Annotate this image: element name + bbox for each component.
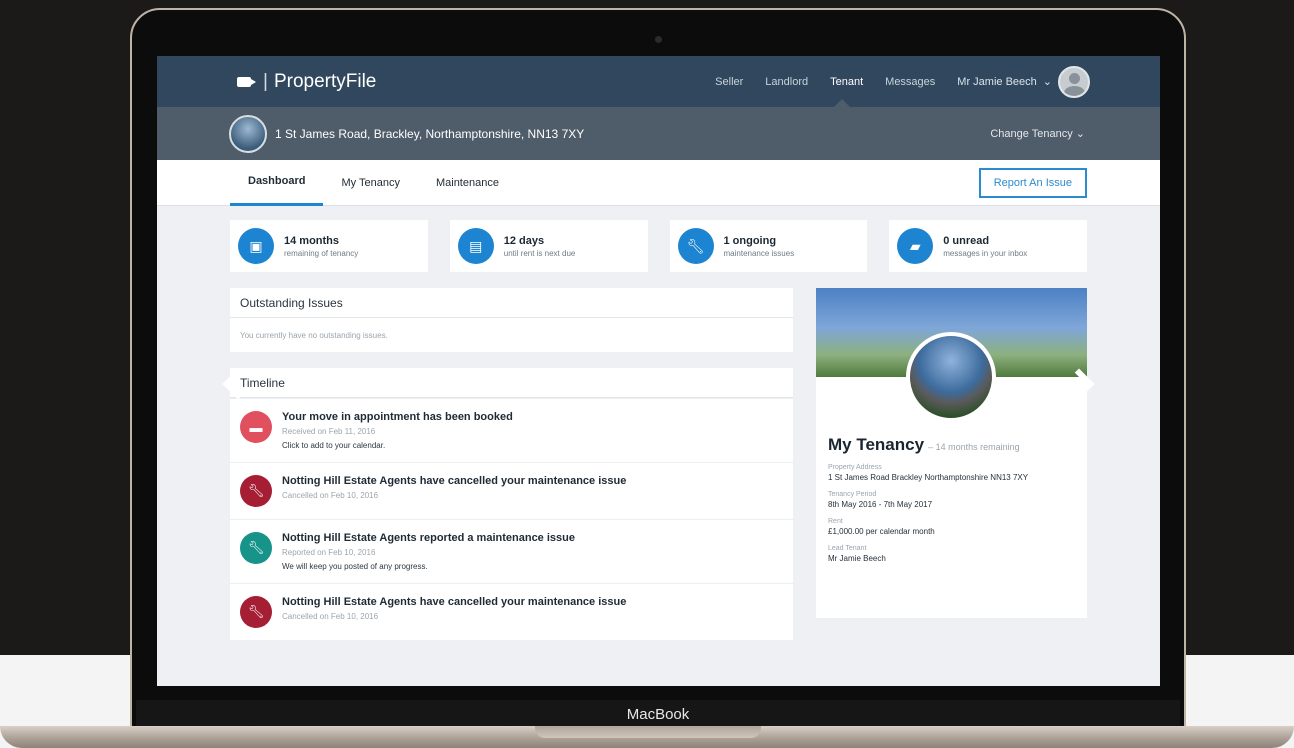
right-column: My Tenancy – 14 months remaining Property… — [816, 288, 1087, 640]
stat-maintenance: 🔧︎ 1 ongoing maintenance issues — [669, 220, 868, 272]
stats-row: ▣ 14 months remaining of tenancy ▤ 12 day… — [157, 206, 1160, 272]
tenancy-banner — [816, 288, 1087, 422]
tenancy-card-title: My Tenancy – 14 months remaining — [828, 435, 1020, 454]
logo[interactable]: | PropertyFile — [237, 71, 376, 93]
truck-icon: ▬ — [240, 411, 272, 443]
app-screen: | PropertyFile Seller Landlord Tenant Me… — [157, 56, 1160, 686]
change-tenancy-dropdown[interactable]: Change Tenancy ⌄ — [990, 127, 1085, 140]
wrench-icon: 🔧︎ — [240, 532, 272, 564]
nav-item-tenant[interactable]: Tenant — [830, 76, 863, 88]
field-tenancy-period: Tenancy Period 8th May 2016 - 7th May 201… — [828, 491, 933, 509]
wrench-icon: 🔧︎ — [240, 475, 272, 507]
left-column: Outstanding Issues You currently have no… — [230, 288, 793, 640]
laptop-notch — [535, 726, 761, 738]
timeline-item[interactable]: 🔧︎ Notting Hill Estate Agents reported a… — [230, 519, 793, 583]
user-name: Mr Jamie Beech — [957, 75, 1037, 88]
stat-rent-due: ▤ 12 days until rent is next due — [449, 220, 648, 272]
property-photo — [906, 332, 996, 422]
nav-item-landlord[interactable]: Landlord — [765, 76, 808, 88]
nav-item-messages[interactable]: Messages — [885, 76, 935, 88]
field-property-address: Property Address 1 St James Road Brackley… — [828, 464, 1029, 482]
tab-my-tenancy[interactable]: My Tenancy — [323, 160, 418, 206]
field-lead-tenant: Lead Tenant Mr Jamie Beech — [828, 545, 886, 563]
tenancy-card: My Tenancy – 14 months remaining Property… — [816, 288, 1087, 618]
timeline-item[interactable]: 🔧︎ Notting Hill Estate Agents have cance… — [230, 583, 793, 640]
sub-navigation: Dashboard My Tenancy Maintenance Report … — [157, 160, 1160, 206]
main-nav: Seller Landlord Tenant Messages Mr Jamie… — [715, 65, 1090, 98]
avatar — [1058, 65, 1090, 98]
timeline-heading: Timeline — [230, 368, 793, 398]
wrench-icon: 🔧︎ — [677, 228, 714, 264]
stat-tenancy-remaining: ▣ 14 months remaining of tenancy — [230, 220, 428, 272]
user-menu[interactable]: Mr Jamie Beech ⌄ — [957, 65, 1090, 98]
calendar-icon: ▣ — [238, 228, 274, 264]
timeline-item[interactable]: 🔧︎ Notting Hill Estate Agents have cance… — [230, 462, 793, 519]
main-content: Outstanding Issues You currently have no… — [157, 272, 1160, 640]
tab-dashboard[interactable]: Dashboard — [230, 160, 324, 206]
property-thumbnail — [229, 114, 267, 153]
brand-name: PropertyFile — [273, 70, 377, 92]
device-label: MacBook — [136, 700, 1180, 728]
chevron-down-icon: ⌄ — [1075, 128, 1085, 140]
camera-icon — [655, 36, 662, 43]
report-issue-button[interactable]: Report An Issue — [978, 167, 1087, 198]
top-navigation: | PropertyFile Seller Landlord Tenant Me… — [157, 56, 1160, 107]
wrench-icon: 🔧︎ — [240, 596, 272, 628]
nav-item-seller[interactable]: Seller — [715, 76, 743, 88]
tab-maintenance[interactable]: Maintenance — [418, 160, 517, 206]
card-icon: ▤ — [457, 228, 494, 264]
outstanding-issues-empty: You currently have no outstanding issues… — [230, 318, 793, 352]
property-address: 1 St James Road, Brackley, Northamptonsh… — [275, 126, 585, 141]
timeline-item[interactable]: ▬ Your move in appointment has been book… — [230, 398, 793, 462]
video-camera-icon — [237, 76, 256, 87]
outstanding-issues-heading: Outstanding Issues — [230, 288, 793, 318]
chevron-down-icon: ⌄ — [1042, 76, 1052, 88]
active-tab-pointer — [834, 99, 850, 107]
tenancy-card-subtitle: – 14 months remaining — [928, 442, 1020, 452]
field-rent: Rent £1,000.00 per calendar month — [828, 518, 935, 536]
stat-messages: ▰ 0 unread messages in your inbox — [889, 220, 1087, 272]
address-bar: 1 St James Road, Brackley, Northamptonsh… — [157, 107, 1160, 160]
chat-icon: ▰ — [897, 228, 934, 264]
